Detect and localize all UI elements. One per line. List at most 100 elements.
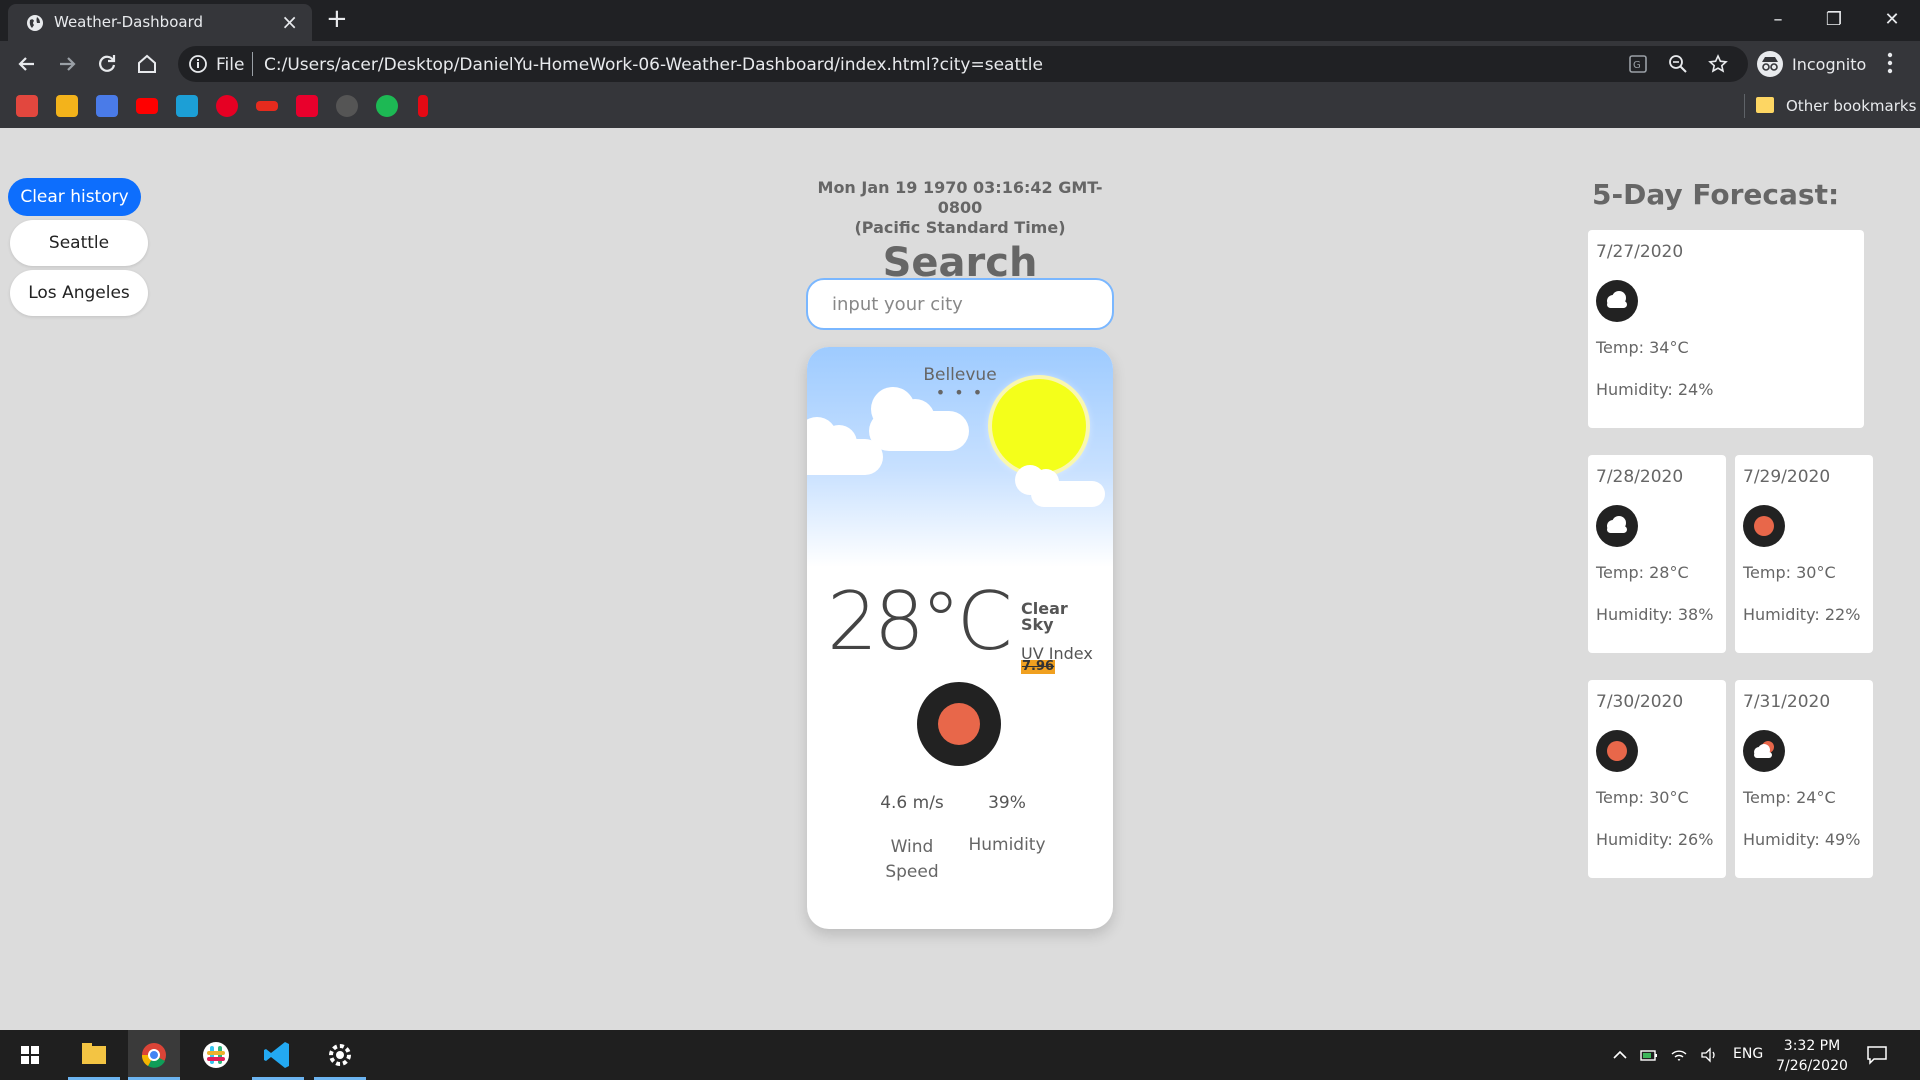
wifi-icon[interactable] (1670, 1046, 1688, 1064)
forecast-card: 7/29/2020 Temp: 30°C Humidity: 22% (1735, 455, 1873, 653)
current-city: Bellevue (923, 365, 997, 385)
restore-icon[interactable]: ❐ (1808, 4, 1860, 36)
datetime-line-1: Mon Jan 19 1970 03:16:42 GMT-0800 (817, 178, 1103, 217)
zoom-icon[interactable] (1668, 54, 1688, 74)
new-tab-icon[interactable]: + (326, 6, 348, 32)
incognito-icon (1757, 51, 1783, 77)
address-bar[interactable]: File C:/Users/acer/Desktop/DanielYu-Home… (178, 46, 1748, 82)
forecast-date: 7/27/2020 (1596, 242, 1684, 262)
close-window-icon[interactable]: ✕ (1866, 4, 1918, 36)
slack-icon[interactable] (190, 1030, 242, 1080)
more-dots-icon[interactable]: • • • (807, 383, 1113, 402)
bookmark-icon[interactable] (176, 95, 198, 117)
chrome-icon[interactable] (128, 1030, 180, 1080)
forecast-temp: Temp: 34°C (1596, 338, 1689, 357)
sky-illustration: Bellevue • • • (807, 347, 1113, 567)
netflix-icon[interactable] (418, 95, 428, 117)
city-search-input[interactable] (806, 278, 1114, 330)
wind-speed-label: Wind Speed (885, 837, 939, 882)
bookmark-separator (1744, 94, 1745, 118)
close-tab-icon[interactable]: × (281, 10, 298, 34)
weather-condition: Clear Sky (1021, 599, 1068, 634)
settings-bookmark-icon[interactable] (336, 95, 358, 117)
humidity-value: 39% (988, 793, 1026, 813)
star-icon[interactable] (1708, 54, 1728, 74)
clear-sky-icon (917, 682, 1001, 766)
translate-bookmark-icon[interactable] (96, 95, 118, 117)
browser-chrome: Weather-Dashboard × + – ❐ ✕ File C:/User… (0, 0, 1920, 128)
page: Clear history Seattle Los Angeles Mon Ja… (0, 128, 1920, 1030)
forecast-card: 7/27/2020 Temp: 34°C Humidity: 24% (1588, 230, 1864, 428)
settings-gear-icon[interactable] (314, 1030, 366, 1080)
clear-history-button[interactable]: Clear history (8, 178, 141, 216)
other-bookmarks-label: Other bookmarks (1786, 97, 1917, 115)
chevron-up-icon[interactable] (1611, 1046, 1629, 1064)
pinterest-icon[interactable] (216, 95, 238, 117)
forecast-temp: Temp: 24°C (1743, 788, 1836, 807)
battery-icon[interactable] (1640, 1046, 1658, 1064)
reload-icon[interactable] (94, 51, 120, 77)
url-text[interactable]: C:/Users/acer/Desktop/DanielYu-HomeWork-… (264, 55, 1043, 75)
windows-start-icon[interactable] (4, 1030, 56, 1080)
volume-icon[interactable] (1700, 1046, 1718, 1064)
current-datetime: Mon Jan 19 1970 03:16:42 GMT-0800 (Pacif… (806, 178, 1114, 238)
forecast-date: 7/29/2020 (1743, 467, 1831, 487)
green-icon[interactable] (376, 95, 398, 117)
youtube-icon[interactable] (136, 98, 158, 114)
m-icon[interactable] (296, 95, 318, 117)
current-weather-card: Bellevue • • • 28°C Clear Sky UV Index 7… (807, 347, 1113, 929)
language-indicator[interactable]: ENG (1733, 1046, 1763, 1062)
partly-cloudy-icon (1743, 730, 1785, 772)
minimize-icon[interactable]: – (1752, 4, 1804, 36)
search-section: Mon Jan 19 1970 03:16:42 GMT-0800 (Pacif… (806, 178, 1114, 330)
forecast-humidity: Humidity: 22% (1743, 605, 1861, 624)
forecast-date: 7/28/2020 (1596, 467, 1684, 487)
ted-icon[interactable] (256, 101, 278, 111)
tab-title: Weather-Dashboard (54, 13, 203, 31)
file-explorer-icon[interactable] (68, 1030, 120, 1080)
forecast-temp: Temp: 28°C (1596, 563, 1689, 582)
incognito-label: Incognito (1792, 55, 1867, 74)
tab-weather-dashboard[interactable]: Weather-Dashboard × (8, 4, 312, 41)
info-icon[interactable] (188, 54, 208, 74)
history-item-seattle[interactable]: Seattle (10, 220, 148, 266)
bookmarks-bar: Other bookmarks (0, 90, 1920, 124)
forecast-humidity: Humidity: 49% (1743, 830, 1861, 849)
history-item-los-angeles[interactable]: Los Angeles (10, 270, 148, 316)
sun-icon (1596, 730, 1638, 772)
separator (252, 52, 253, 76)
forecast-title: 5-Day Forecast: (1592, 178, 1840, 211)
vscode-icon[interactable] (252, 1030, 304, 1080)
forecast-card: 7/31/2020 Temp: 24°C Humidity: 49% (1735, 680, 1873, 878)
forward-icon[interactable] (54, 51, 80, 77)
forecast-humidity: Humidity: 26% (1596, 830, 1714, 849)
clock[interactable]: 3:32 PM 7/26/2020 (1762, 1036, 1862, 1076)
toolbar: File C:/Users/acer/Desktop/DanielYu-Home… (0, 41, 1920, 87)
forecast-temp: Temp: 30°C (1743, 563, 1836, 582)
cloud-icon (1596, 280, 1638, 322)
forecast-date: 7/31/2020 (1743, 692, 1831, 712)
file-label: File (216, 55, 245, 75)
tab-strip: Weather-Dashboard × + – ❐ ✕ (0, 0, 1920, 41)
forecast-card: 7/30/2020 Temp: 30°C Humidity: 26% (1588, 680, 1726, 878)
notification-icon[interactable] (1866, 1044, 1888, 1066)
forecast-humidity: Humidity: 24% (1596, 380, 1714, 399)
current-temperature: 28°C (827, 575, 1013, 668)
humidity-label: Humidity (968, 835, 1046, 855)
cloud-icon (1596, 505, 1638, 547)
menu-icon[interactable] (1880, 50, 1900, 76)
forecast-temp: Temp: 30°C (1596, 788, 1689, 807)
home-icon[interactable] (134, 51, 160, 77)
sun-icon (1743, 505, 1785, 547)
forecast-humidity: Humidity: 38% (1596, 605, 1714, 624)
clock-time: 3:32 PM (1783, 1038, 1841, 1054)
translate-icon[interactable]: G (1628, 54, 1648, 74)
gift-icon[interactable] (16, 95, 38, 117)
wind-speed-value: 4.6 m/s (880, 793, 944, 813)
slides-icon[interactable] (56, 95, 78, 117)
folder-icon (1756, 97, 1774, 113)
back-icon[interactable] (14, 51, 40, 77)
clock-date: 7/26/2020 (1776, 1058, 1848, 1074)
forecast-card: 7/28/2020 Temp: 28°C Humidity: 38% (1588, 455, 1726, 653)
globe-icon (27, 15, 43, 31)
